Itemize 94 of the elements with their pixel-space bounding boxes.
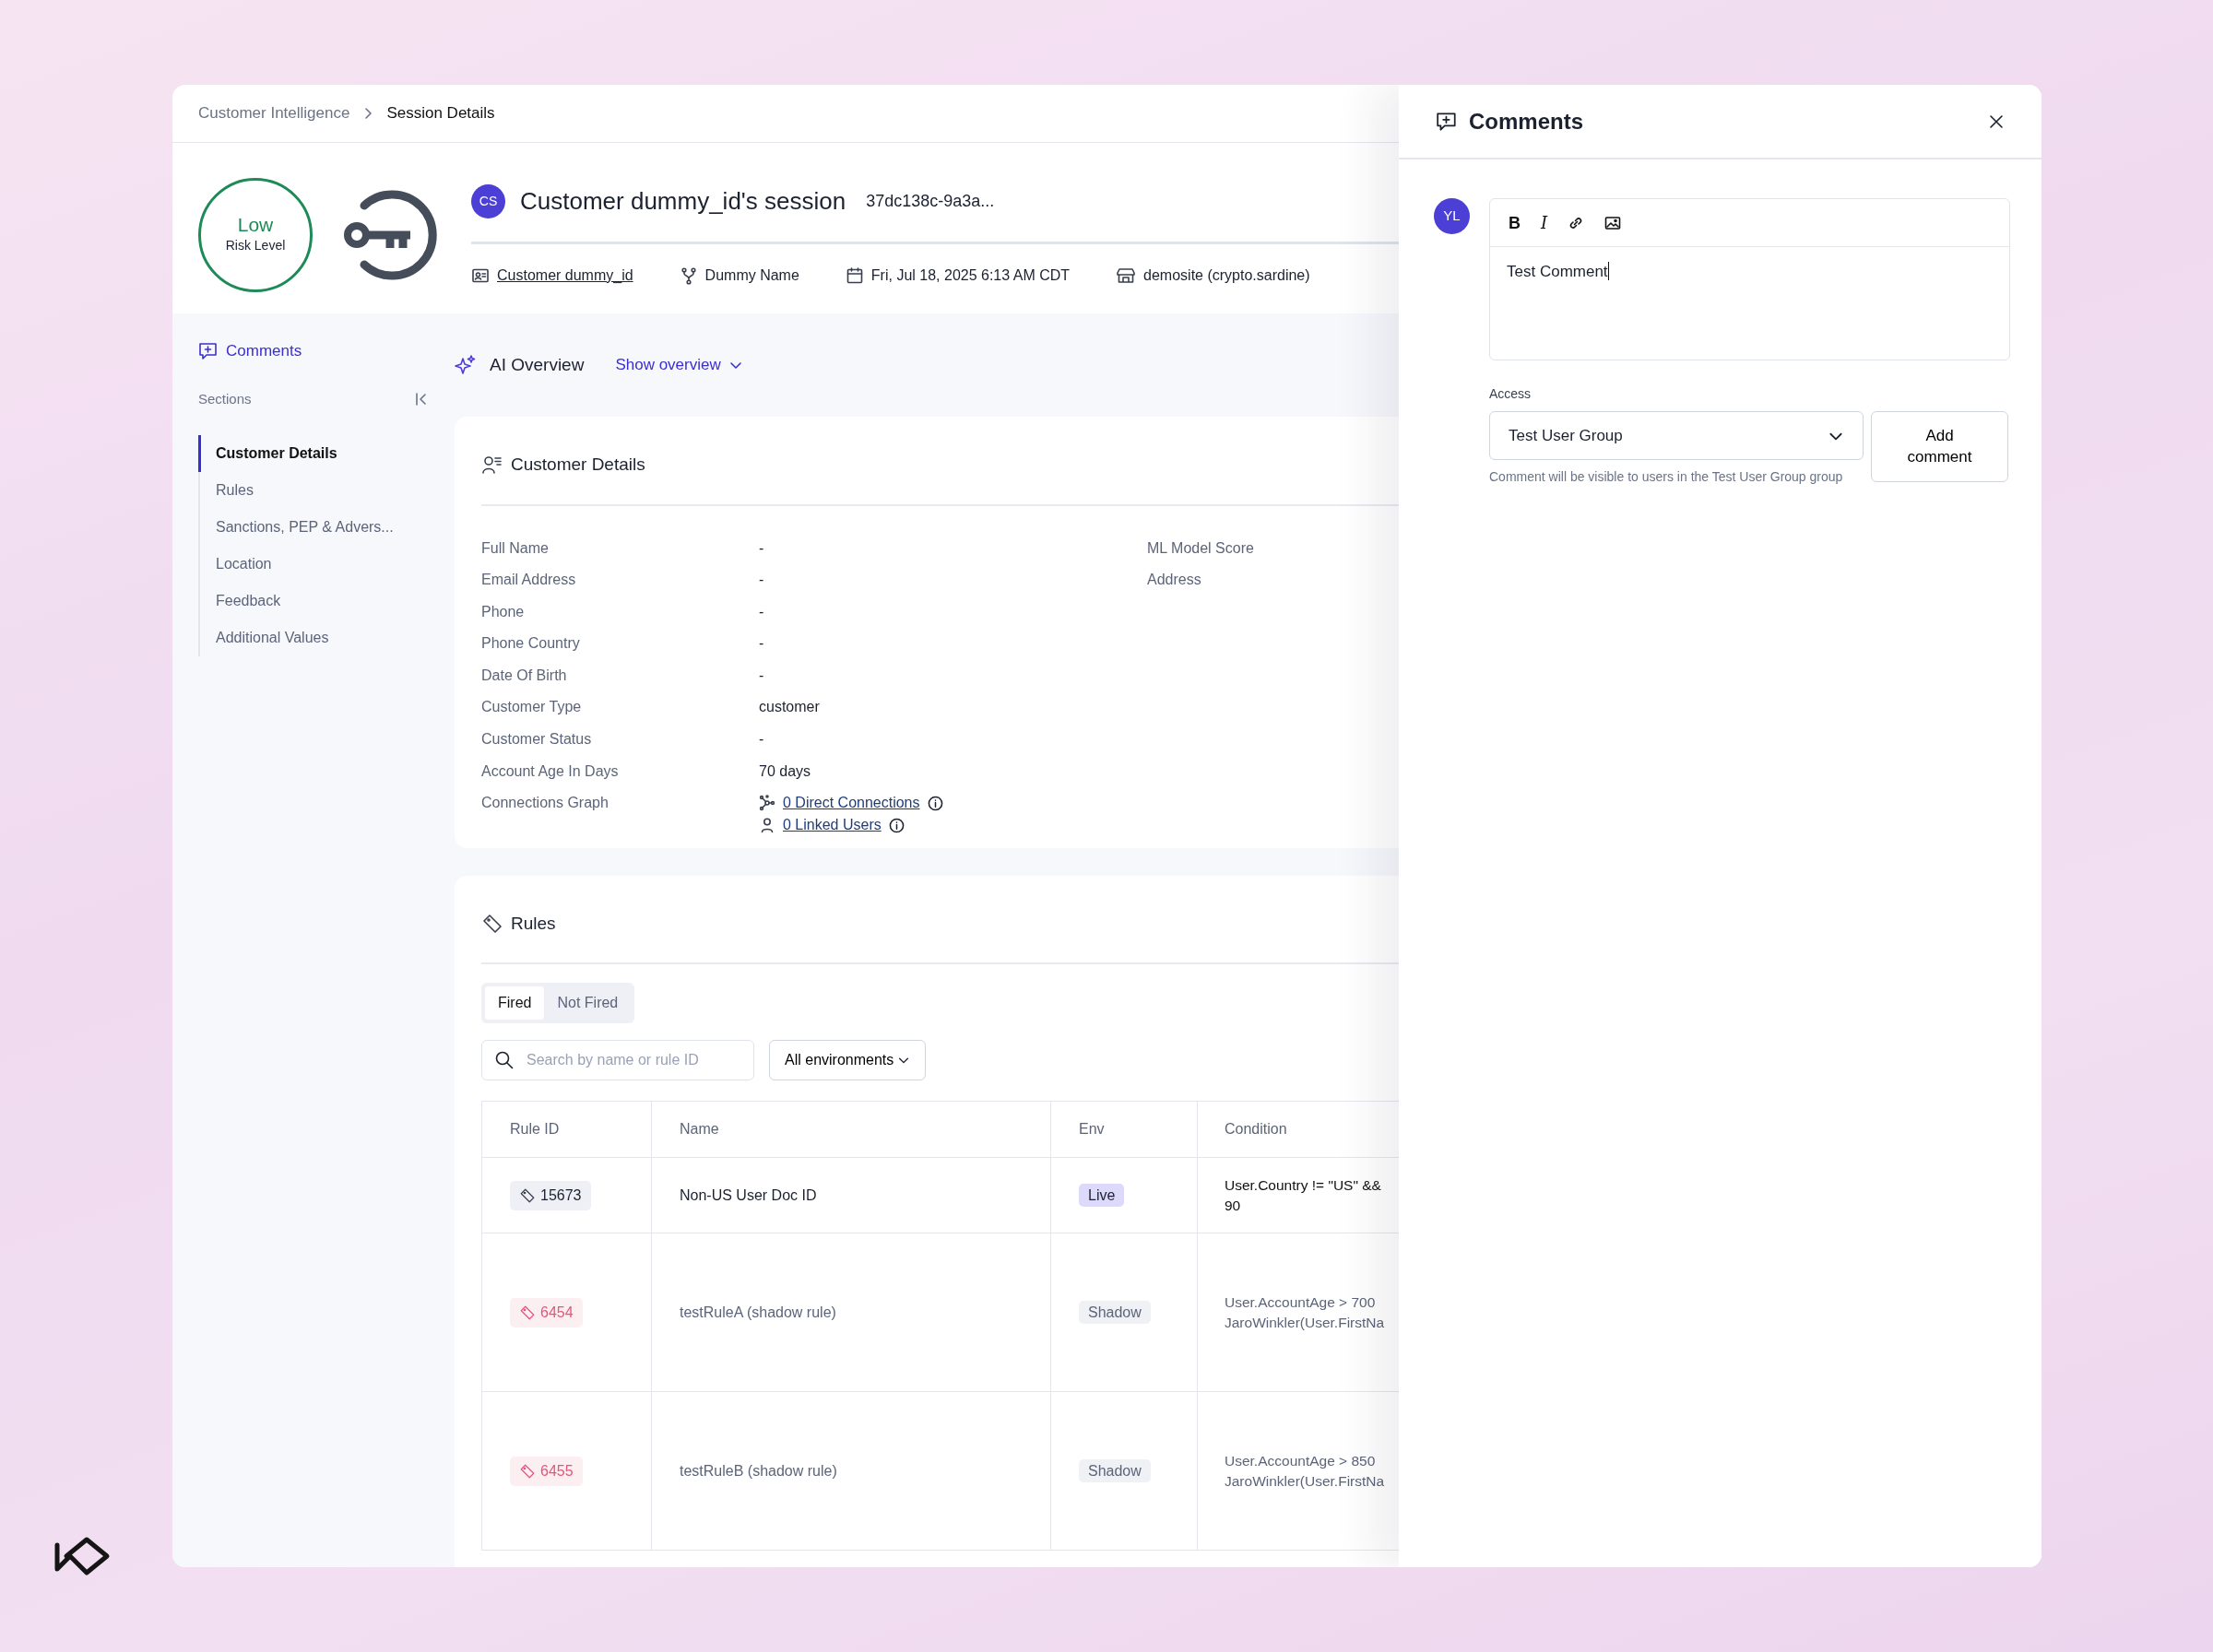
rule-condition: User.Country != "US" && 90 — [1225, 1176, 1382, 1215]
rule-name: testRuleB (shadow rule) — [680, 1462, 837, 1479]
field-label: Customer Status — [481, 730, 593, 749]
rule-name: Non-US User Doc ID — [680, 1186, 817, 1203]
section-title: Customer Details — [511, 454, 645, 476]
field-label: Date Of Birth — [481, 666, 568, 685]
tag-icon — [519, 1462, 536, 1480]
calendar-icon — [845, 266, 864, 285]
tag-icon — [519, 1186, 536, 1204]
environment-dropdown[interactable]: All environments — [769, 1040, 927, 1081]
breadcrumb-item[interactable]: Customer Intelligence — [198, 101, 350, 125]
tag-icon — [481, 913, 503, 936]
session-id: 37dc138c-9a3a... — [866, 190, 995, 212]
connections-link[interactable]: 0 Direct Connections — [783, 792, 920, 815]
network-icon — [759, 795, 775, 812]
sidebar-item[interactable]: Customer Details — [198, 435, 429, 472]
environment-tag: Live — [1079, 1183, 1125, 1207]
risk-level-value: Low — [237, 214, 274, 236]
sidebar-item[interactable]: Sanctions, PEP & Advers... — [198, 509, 429, 546]
avatar: CS — [471, 183, 505, 218]
field-label: Customer Type — [481, 698, 583, 717]
ai-overview-title: AI Overview — [490, 353, 585, 376]
rule-name: testRuleA (shadow rule) — [680, 1304, 836, 1320]
branch-icon — [679, 266, 698, 285]
sections-label: Sections — [198, 389, 252, 408]
rule-tab[interactable]: Not Fired — [544, 986, 632, 1021]
field-value: - — [759, 602, 764, 621]
section-title: Rules — [511, 912, 556, 935]
column-header: Env — [1050, 1101, 1198, 1158]
sparkle-icon — [455, 354, 477, 376]
show-overview-toggle[interactable]: Show overview — [615, 353, 743, 377]
tag-icon — [519, 1304, 536, 1321]
field-label: Address — [1147, 571, 1202, 590]
search-field[interactable]: Search by name or rule ID — [481, 1040, 754, 1081]
comment-text: Test Comment — [1507, 263, 1608, 280]
access-hint: Comment will be visible to users in the Test User Group group — [1489, 468, 1844, 486]
sidebar-item[interactable]: Rules — [198, 472, 429, 509]
image-icon — [1604, 215, 1622, 230]
field-value: - — [759, 634, 764, 654]
bold-button[interactable]: B — [1505, 212, 1524, 233]
avatar: YL — [1434, 198, 1470, 234]
column-header: Name — [651, 1101, 1051, 1158]
column-header: Rule ID — [481, 1101, 652, 1158]
field-label: Phone — [481, 602, 526, 621]
field-value: customer — [759, 698, 820, 717]
collapse-button[interactable] — [414, 391, 429, 407]
comment-plus-icon — [1436, 111, 1458, 132]
environment-tag: Shadow — [1079, 1458, 1151, 1482]
person-list-icon — [481, 454, 503, 477]
connections-link[interactable]: 0 Linked Users — [783, 814, 882, 837]
collapse-icon — [414, 391, 429, 407]
field-value: - — [759, 730, 764, 749]
sidebar-item[interactable]: Additional Values — [198, 620, 429, 656]
rule-id-tag: 15673 — [510, 1180, 591, 1210]
rule-condition: User.AccountAge > 700 JaroWinkler(User.FirstNa — [1225, 1293, 1386, 1332]
rule-condition: User.AccountAge > 850 JaroWinkler(User.FirstNa — [1225, 1452, 1386, 1491]
add-comment-button[interactable]: Add comment — [1871, 411, 2008, 482]
person-icon — [759, 817, 775, 834]
field-label: Phone Country — [481, 634, 581, 654]
field-label: ML Model Score — [1147, 538, 1254, 558]
field-label: Full Name — [481, 538, 550, 558]
risk-level-label: Risk Level — [225, 236, 286, 254]
field-value: - — [759, 571, 764, 590]
sidebar-item[interactable]: Feedback — [198, 583, 429, 620]
access-label: Access — [1489, 385, 1533, 403]
customer-link[interactable]: Customer dummy_id — [497, 264, 633, 287]
breadcrumb-item: Session Details — [386, 103, 495, 124]
info-icon — [927, 795, 943, 811]
field-value: - — [759, 538, 764, 558]
close-icon — [1988, 112, 2005, 130]
rule-id-tag: 6454 — [510, 1297, 583, 1328]
comment-plus-icon — [198, 341, 219, 360]
store-icon — [1116, 266, 1137, 285]
italic-button[interactable]: I — [1537, 212, 1552, 233]
comment-editor[interactable]: B I Test Comment — [1489, 198, 2010, 360]
info-icon — [888, 817, 905, 833]
environment-tag: Shadow — [1079, 1300, 1151, 1324]
session-meta-text: Fri, Jul 18, 2025 6:13 AM CDT — [870, 266, 1071, 285]
field-label: Email Address — [481, 571, 577, 590]
field-value: 70 days — [759, 761, 811, 781]
rule-id-tag: 6455 — [510, 1456, 583, 1486]
session-meta-text: demosite (crypto.sardine) — [1143, 266, 1310, 285]
field-label: Account Age In Days — [481, 761, 620, 781]
comments-link[interactable]: Comments — [226, 339, 302, 363]
rule-tab[interactable]: Fired — [485, 986, 545, 1021]
session-meta-text: Dummy Name — [704, 266, 799, 285]
field-label: Connections Graph — [481, 794, 609, 813]
sidebar-item[interactable]: Location — [198, 546, 429, 583]
access-dropdown[interactable]: Test User Group — [1489, 411, 1864, 460]
session-title: Customer dummy_id's session — [520, 185, 846, 217]
search-icon — [494, 1050, 515, 1071]
field-value: - — [759, 666, 764, 685]
panel-title: Comments — [1469, 107, 1585, 136]
chevron-right-icon — [362, 107, 374, 120]
